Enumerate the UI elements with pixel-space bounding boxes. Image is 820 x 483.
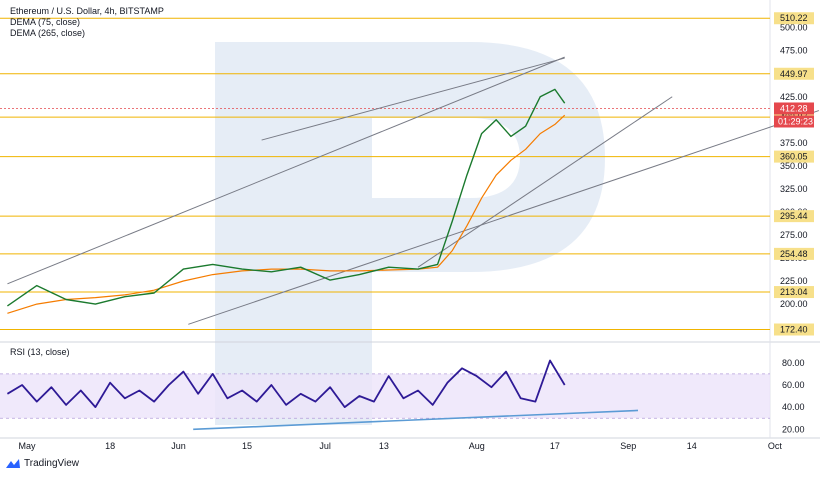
level-label: 254.48 [780, 249, 808, 259]
level-label: 213.04 [780, 287, 808, 297]
time-tick-label: 15 [242, 441, 252, 451]
rsi-tick-label: 80.00 [782, 358, 805, 368]
legend-dema-75: DEMA (75, close) [10, 17, 81, 27]
rsi-tick-label: 40.00 [782, 402, 805, 412]
current-price-label: 412.28 [780, 103, 808, 113]
time-tick-label: Aug [469, 441, 485, 451]
rsi-legend: RSI (13, close) [10, 347, 70, 358]
price-axis: 500.00475.00450.00425.00400.00375.00350.… [774, 12, 814, 434]
tradingview-logo[interactable]: TradingView [6, 458, 79, 469]
price-tick-label: 375.00 [780, 138, 808, 148]
level-label: 360.05 [780, 152, 808, 162]
price-tick-label: 200.00 [780, 299, 808, 309]
time-tick-label: 13 [379, 441, 389, 451]
price-tick-label: 425.00 [780, 92, 808, 102]
price-tick-label: 475.00 [780, 46, 808, 56]
level-label: 510.22 [780, 13, 808, 23]
time-tick-label: May [18, 441, 36, 451]
time-tick-label: 14 [687, 441, 697, 451]
tradingview-logo-icon [6, 458, 20, 468]
time-tick-label: Sep [620, 441, 636, 451]
time-tick-label: 18 [105, 441, 115, 451]
countdown-label: 01:29:23 [778, 116, 813, 126]
rsi-title: RSI (13, close) [10, 347, 70, 357]
level-label: 295.44 [780, 211, 808, 221]
level-label: 172.40 [780, 324, 808, 334]
time-tick-label: 17 [550, 441, 560, 451]
legend-dema-265: DEMA (265, close) [10, 28, 86, 38]
price-tick-label: 325.00 [780, 184, 808, 194]
time-tick-label: Jun [171, 441, 186, 451]
chart-root: 500.00475.00450.00425.00400.00375.00350.… [0, 0, 820, 478]
price-tick-label: 225.00 [780, 276, 808, 286]
rsi-tick-label: 60.00 [782, 380, 805, 390]
time-tick-label: Oct [768, 441, 783, 451]
price-tick-label: 275.00 [780, 230, 808, 240]
level-label: 449.97 [780, 69, 808, 79]
main-legend: Ethereum / U.S. Dollar, 4h, BITSTAMP DEM… [10, 6, 164, 39]
rsi-pane [0, 359, 770, 431]
rsi-tick-label: 20.00 [782, 424, 805, 434]
time-axis: May 18 Jun 15 Jul 13 Aug 17 Sep 14 Oct [18, 441, 782, 451]
chart-title: Ethereum / U.S. Dollar, 4h, BITSTAMP [10, 6, 164, 16]
chart-svg: 500.00475.00450.00425.00400.00375.00350.… [0, 0, 820, 451]
tradingview-wordmark: TradingView [24, 458, 80, 469]
rsi-band [0, 373, 770, 419]
time-tick-label: Jul [319, 441, 331, 451]
